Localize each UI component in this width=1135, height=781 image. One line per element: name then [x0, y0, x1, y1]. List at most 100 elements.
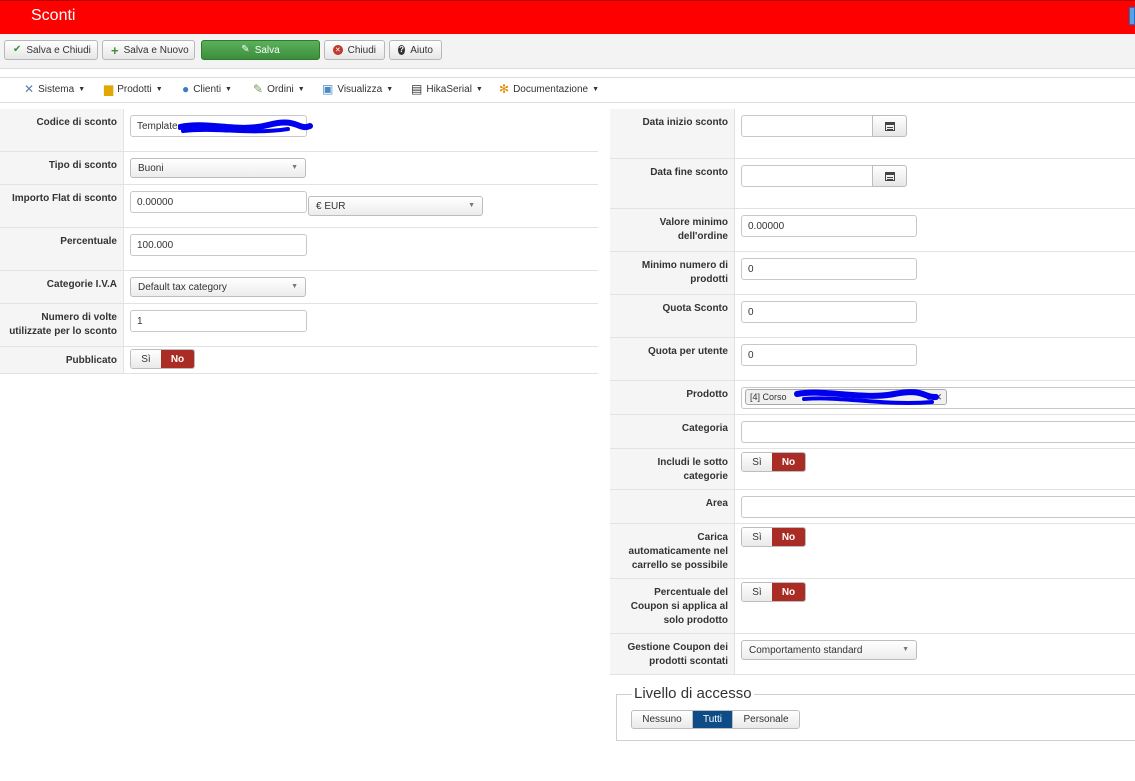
- pubblicato-toggle[interactable]: Sì No: [130, 349, 195, 369]
- minimo-prodotti-input[interactable]: 0: [741, 258, 917, 280]
- toggle-no[interactable]: No: [772, 453, 805, 471]
- main-menu: ✕ Sistema ▼ ▆ Prodotti ▼ ● Clienti ▼ ✎ O…: [0, 77, 1135, 103]
- pubblicato-label: Pubblicato: [0, 347, 124, 373]
- chevron-down-icon: ▼: [592, 85, 600, 93]
- tipo-select[interactable]: Buoni ▼: [130, 158, 306, 178]
- chevron-down-icon: ▼: [902, 646, 909, 653]
- categorie-iva-select[interactable]: Default tax category ▼: [130, 277, 306, 297]
- save-new-button[interactable]: + Salva e Nuovo: [102, 40, 195, 60]
- menu-label: HikaSerial: [426, 83, 472, 95]
- toggle-no[interactable]: No: [772, 583, 805, 601]
- help-button[interactable]: ? Aiuto: [389, 40, 442, 60]
- menu-visualizza[interactable]: ▣ Visualizza ▼: [322, 83, 393, 95]
- menu-clienti[interactable]: ● Clienti ▼: [182, 83, 232, 95]
- data-inizio-label: Data inizio sconto: [610, 109, 735, 158]
- toggle-yes[interactable]: Sì: [742, 453, 772, 471]
- valore-minimo-input[interactable]: 0.00000: [741, 215, 917, 237]
- gestione-label: Gestione Coupon dei prodotti scontati: [610, 634, 735, 674]
- categoria-input[interactable]: [741, 421, 1135, 443]
- toggle-yes[interactable]: Sì: [742, 583, 772, 601]
- row-quota-utente: Quota per utente 0: [610, 338, 1135, 381]
- row-data-fine: Data fine sconto: [610, 159, 1135, 209]
- includi-label: Includi le sotto categorie: [610, 449, 735, 489]
- menu-sistema[interactable]: ✕ Sistema ▼: [24, 83, 85, 95]
- menu-documentazione[interactable]: ✻ Documentazione ▼: [499, 83, 599, 95]
- includi-toggle[interactable]: Sì No: [741, 452, 806, 472]
- save-new-label: Salva e Nuovo: [123, 44, 189, 56]
- corner-icon: [1129, 7, 1135, 25]
- row-percentuale-coupon: Percentuale del Coupon si applica al sol…: [610, 579, 1135, 634]
- title-bar: Sconti: [0, 0, 1135, 34]
- check-icon: ✔: [13, 44, 22, 55]
- data-fine-input[interactable]: [741, 165, 873, 187]
- toggle-no[interactable]: No: [772, 528, 805, 546]
- toggle-yes[interactable]: Sì: [131, 350, 161, 368]
- categorie-iva-value: Default tax category: [138, 281, 227, 293]
- calendar-icon: [884, 171, 895, 181]
- carica-toggle[interactable]: Sì No: [741, 527, 806, 547]
- area-input[interactable]: [741, 496, 1135, 518]
- serial-icon: ▤: [411, 82, 423, 96]
- calendar-button[interactable]: [872, 115, 907, 137]
- close-icon: ✕: [333, 45, 343, 55]
- numero-volte-input[interactable]: 1: [130, 310, 307, 332]
- numero-volte-label: Numero di volte utilizzate per lo sconto: [0, 304, 124, 346]
- plus-icon: +: [111, 42, 119, 58]
- minimo-prodotti-label: Minimo numero di prodotti: [610, 252, 735, 294]
- menu-label: Ordini: [267, 83, 294, 95]
- percentuale-label: Percentuale: [0, 228, 124, 270]
- quota-utente-label: Quota per utente: [610, 338, 735, 380]
- row-quota-sconto: Quota Sconto 0: [610, 295, 1135, 338]
- chevron-down-icon: ▼: [475, 85, 483, 93]
- percentuale-coupon-toggle[interactable]: Sì No: [741, 582, 806, 602]
- row-percentuale: Percentuale 100.000: [0, 228, 598, 271]
- toggle-no[interactable]: No: [161, 350, 194, 368]
- row-gestione: Gestione Coupon dei prodotti scontati Co…: [610, 634, 1135, 675]
- percentuale-input[interactable]: 100.000: [130, 234, 307, 256]
- save-label: Salva: [254, 44, 280, 56]
- quota-sconto-label: Quota Sconto: [610, 295, 735, 337]
- chevron-down-icon: ▼: [468, 202, 475, 209]
- data-inizio-input[interactable]: [741, 115, 873, 137]
- redaction-scribble: [794, 389, 939, 405]
- wrench-icon: ✕: [24, 82, 35, 96]
- minimo-prodotti-value: 0: [748, 263, 754, 275]
- toolbar: ✔ Salva e Chiudi + Salva e Nuovo ✎ Salva…: [0, 34, 1135, 69]
- menu-label: Sistema: [38, 83, 75, 95]
- chevron-down-icon: ▼: [386, 85, 394, 93]
- toggle-yes[interactable]: Sì: [742, 528, 772, 546]
- save-button[interactable]: ✎ Salva: [201, 40, 320, 60]
- carica-label: Carica automaticamente nel carrello se p…: [610, 524, 735, 578]
- quota-utente-value: 0: [748, 349, 754, 361]
- row-minimo-prodotti: Minimo numero di prodotti 0: [610, 252, 1135, 295]
- row-includi: Includi le sotto categorie Sì No: [610, 449, 1135, 490]
- quota-utente-input[interactable]: 0: [741, 344, 917, 366]
- menu-ordini[interactable]: ✎ Ordini ▼: [253, 83, 305, 95]
- save-close-button[interactable]: ✔ Salva e Chiudi: [4, 40, 98, 60]
- row-numero-volte: Numero di volte utilizzate per lo sconto…: [0, 304, 598, 347]
- row-data-inizio: Data inizio sconto: [610, 109, 1135, 159]
- menu-hikaserial[interactable]: ▤ HikaSerial ▼: [411, 83, 483, 95]
- percentuale-value: 100.000: [137, 239, 174, 251]
- quota-sconto-input[interactable]: 0: [741, 301, 917, 323]
- codice-label: Codice di sconto: [0, 109, 124, 151]
- menu-label: Clienti: [193, 83, 222, 95]
- calendar-button[interactable]: [872, 165, 907, 187]
- access-button-group: Nessuno Tutti Personale: [631, 710, 800, 729]
- importo-input[interactable]: 0.00000: [130, 191, 307, 213]
- currency-select[interactable]: € EUR ▼: [308, 196, 483, 216]
- categoria-label: Categoria: [610, 415, 735, 448]
- redaction-scribble: [178, 119, 313, 134]
- access-option-nessuno[interactable]: Nessuno: [632, 711, 693, 728]
- box-icon: ▆: [104, 82, 114, 96]
- help-label: Aiuto: [410, 44, 433, 56]
- quota-sconto-value: 0: [748, 306, 754, 318]
- access-option-personale[interactable]: Personale: [733, 711, 799, 728]
- percentuale-coupon-label: Percentuale del Coupon si applica al sol…: [610, 579, 735, 633]
- importo-label: Importo Flat di sconto: [0, 185, 124, 227]
- close-button[interactable]: ✕ Chiudi: [324, 40, 385, 60]
- gestione-select[interactable]: Comportamento standard ▼: [741, 640, 917, 660]
- access-option-tutti[interactable]: Tutti: [693, 711, 733, 728]
- categorie-iva-label: Categorie I.V.A: [0, 271, 124, 303]
- menu-prodotti[interactable]: ▆ Prodotti ▼: [104, 83, 163, 95]
